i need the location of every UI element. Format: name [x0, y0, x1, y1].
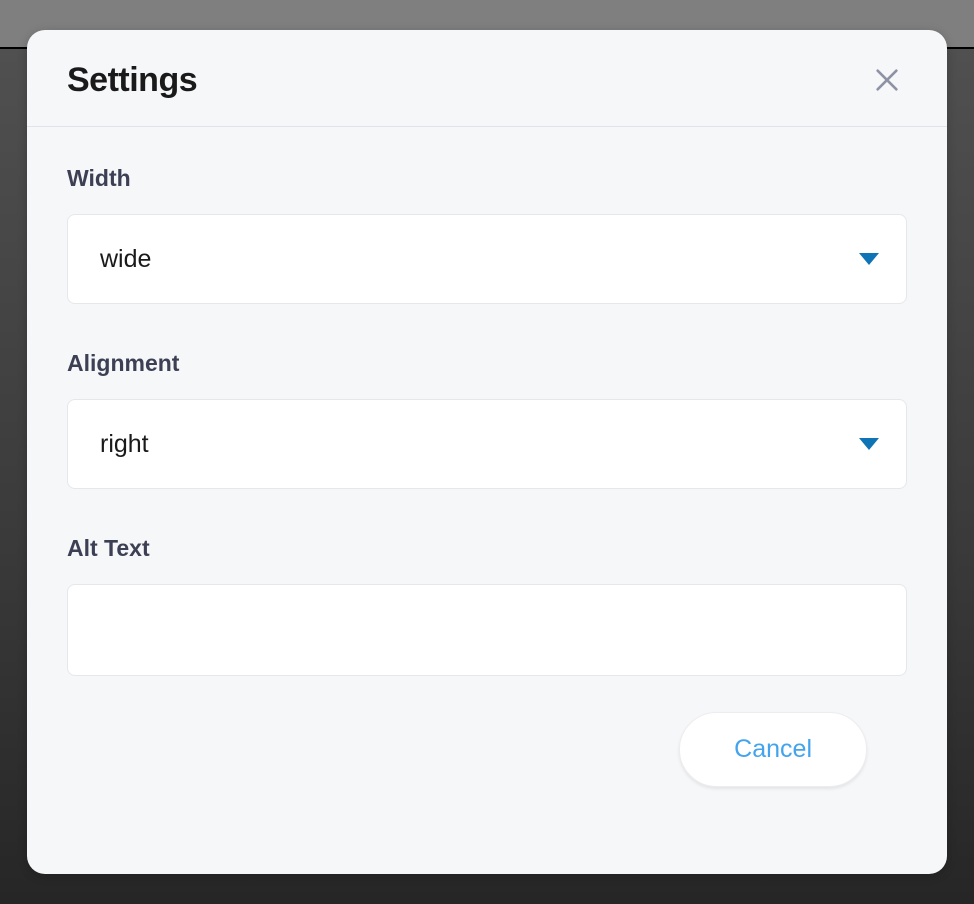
width-select-wrapper: wide — [67, 214, 907, 304]
close-button[interactable] — [867, 60, 907, 100]
alt-text-field-group: Alt Text — [67, 535, 907, 676]
width-select[interactable]: wide — [67, 214, 907, 304]
alignment-field-group: Alignment right — [67, 350, 907, 489]
width-label: Width — [67, 165, 907, 192]
settings-modal: Settings Width wide Alignment right — [27, 30, 947, 874]
alignment-select[interactable]: right — [67, 399, 907, 489]
alignment-select-wrapper: right — [67, 399, 907, 489]
alignment-label: Alignment — [67, 350, 907, 377]
modal-footer: Cancel — [67, 712, 907, 787]
alt-text-label: Alt Text — [67, 535, 907, 562]
modal-body: Width wide Alignment right Alt Text Canc — [27, 127, 947, 827]
modal-title: Settings — [67, 61, 197, 100]
modal-header: Settings — [27, 30, 947, 127]
alt-text-input[interactable] — [67, 584, 907, 676]
width-field-group: Width wide — [67, 165, 907, 304]
cancel-button[interactable]: Cancel — [679, 712, 867, 787]
close-icon — [873, 66, 901, 94]
